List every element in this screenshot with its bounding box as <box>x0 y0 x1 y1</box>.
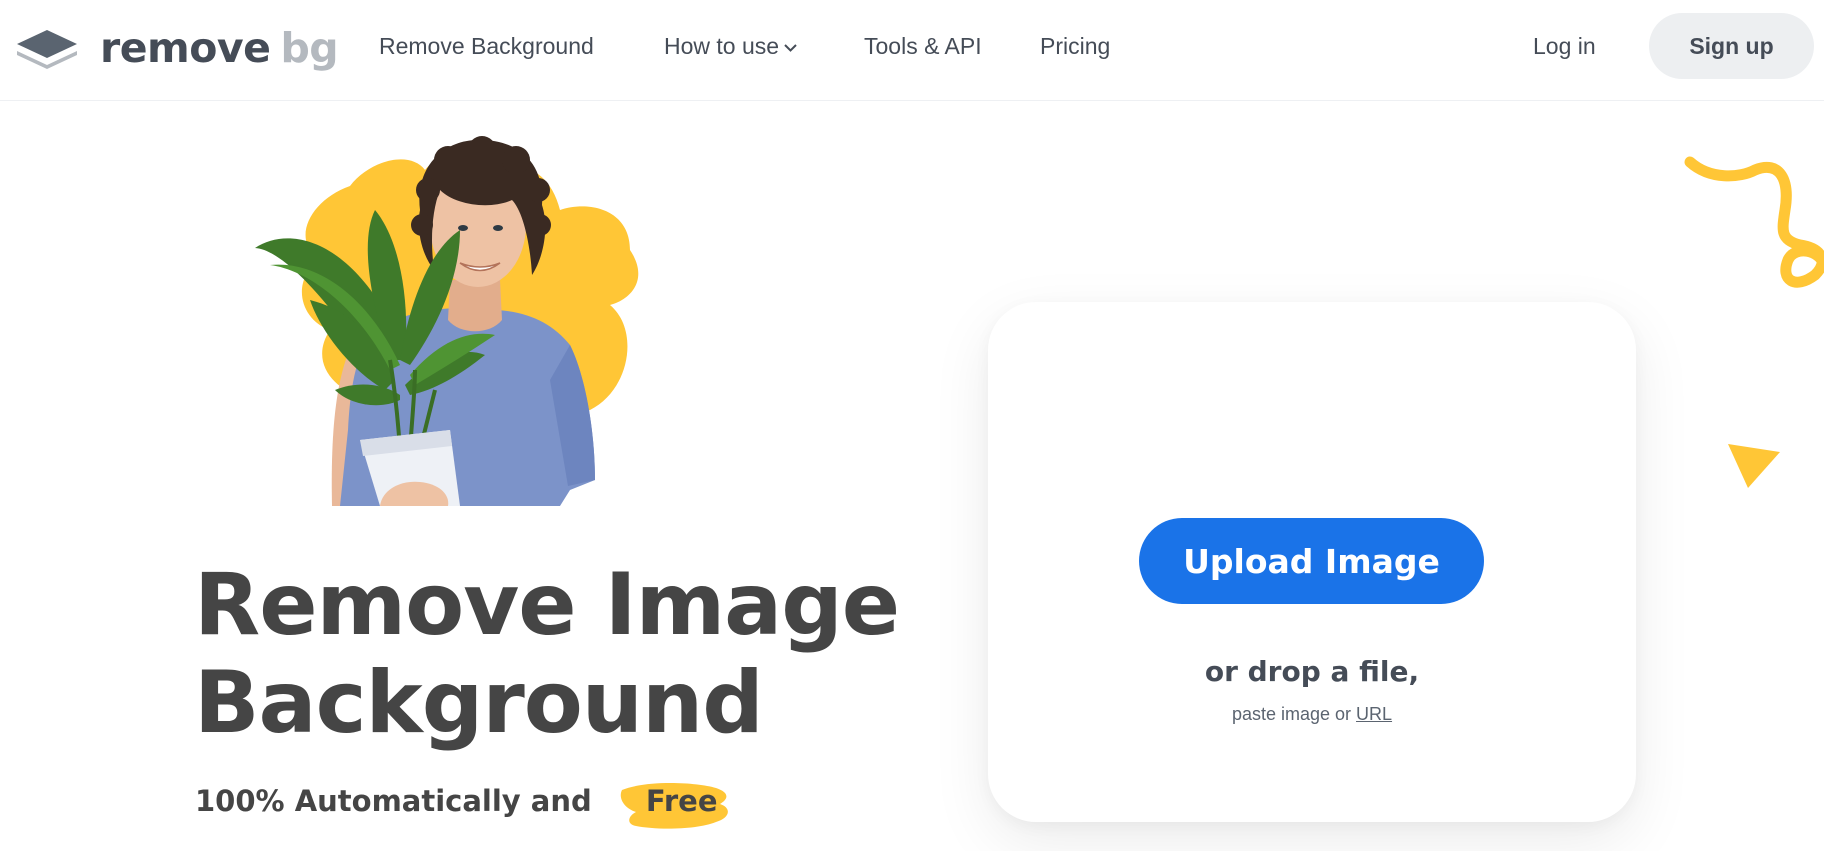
hero-title: Remove Image Background <box>194 555 900 753</box>
site-header: remove bg Remove Background How to use To… <box>0 0 1824 101</box>
paste-prefix: paste image or <box>1231 704 1352 724</box>
logo-link[interactable]: remove bg <box>14 20 339 76</box>
man-holding-plant-photo <box>255 136 639 506</box>
nav-tools-api[interactable]: Tools & API <box>864 30 982 62</box>
signup-button[interactable]: Sign up <box>1649 13 1814 79</box>
hero-subtitle: 100% Automatically and Free <box>195 783 740 829</box>
nav-how-to-use[interactable]: How to use <box>664 30 798 62</box>
free-highlight: Free <box>620 783 740 829</box>
layers-logo-icon <box>17 30 77 69</box>
login-link[interactable]: Log in <box>1533 30 1596 62</box>
yellow-triangle-decoration <box>1728 444 1780 488</box>
url-link[interactable]: URL <box>1356 704 1392 724</box>
free-label: Free <box>645 784 718 818</box>
hero-title-line2: Background <box>194 653 764 753</box>
nav-how-to-use-label: How to use <box>664 33 780 59</box>
drop-file-text: or drop a file, <box>1204 655 1420 688</box>
logo-text: remove bg <box>100 27 339 69</box>
nav-pricing[interactable]: Pricing <box>1040 30 1110 62</box>
chevron-down-icon <box>784 44 797 53</box>
hero-title-line1: Remove Image <box>194 555 900 655</box>
logo-word-bg: bg <box>280 23 339 72</box>
yellow-squiggle-decoration <box>1684 156 1824 288</box>
upload-image-button[interactable]: Upload Image <box>1139 518 1484 604</box>
nav-remove-background[interactable]: Remove Background <box>379 30 594 62</box>
logo-word-remove: remove <box>100 23 271 72</box>
hero-subtitle-prefix: 100% Automatically and <box>195 784 592 818</box>
paste-instructions: paste image or URL <box>988 704 1636 725</box>
